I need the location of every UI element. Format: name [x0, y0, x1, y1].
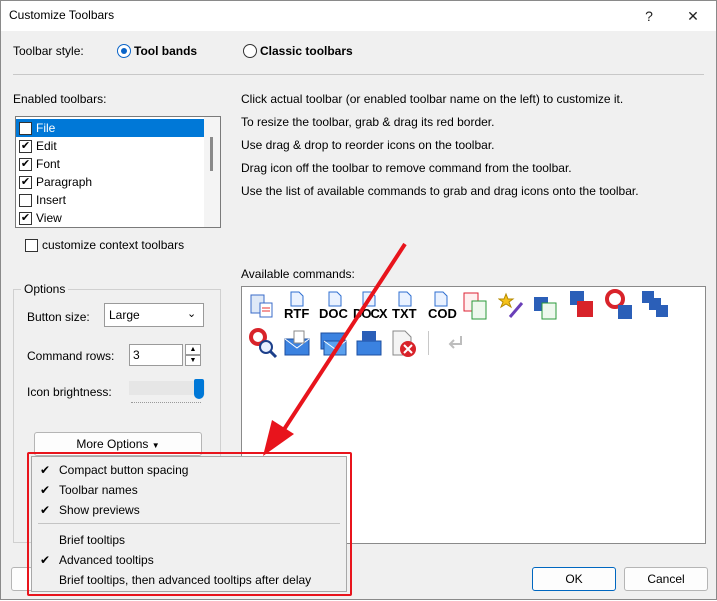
- customize-toolbars-dialog: Customize Toolbars ? ✕ Toolbar style: To…: [0, 0, 717, 600]
- annotation-arrow: [263, 242, 407, 456]
